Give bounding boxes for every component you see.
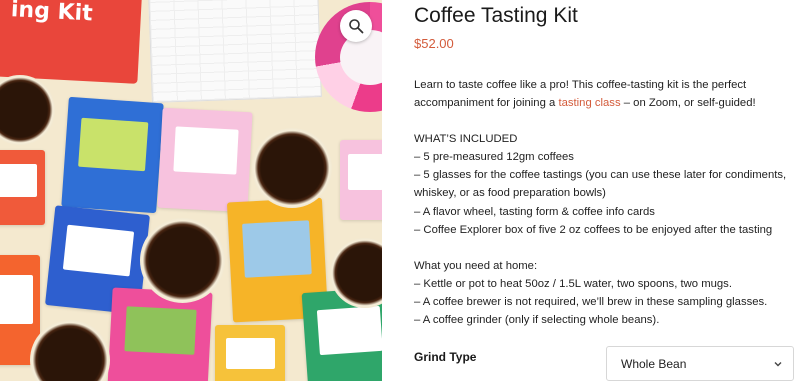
included-item: – 5 glasses for the coffee tastings (you… [414,169,787,200]
intro-paragraph: Learn to taste coffee like a pro! This c… [414,76,794,112]
included-item: – A flavor wheel, tasting form & coffee … [414,205,655,218]
tasting-class-link[interactable]: tasting class [558,97,620,109]
grind-type-select[interactable]: Whole Bean [606,346,794,381]
coffee-packet [340,140,382,220]
coffee-cup [140,218,225,303]
need-heading: What you need at home: [414,259,538,272]
need-item: – Kettle or pot to heat 50oz / 1.5L wate… [414,277,732,290]
product-price: $52.00 [414,36,454,51]
included-heading: WHAT’S INCLUDED [414,133,518,146]
grind-type-value: Whole Bean [621,356,687,371]
zoom-button[interactable] [340,10,372,42]
coffee-packet [61,96,164,214]
included-item: – Coffee Explorer box of five 2 oz coffe… [414,223,773,236]
coffee-packet [107,287,213,381]
chevron-down-icon [774,362,782,367]
need-item: – A coffee grinder (only if selecting wh… [414,314,660,327]
need-item: – A coffee brewer is not required, we’ll… [414,295,768,308]
magnifier-zoom-icon [349,19,364,34]
included-item: – 5 pre-measured 12gm coffees [414,151,574,164]
coffee-cup [30,320,110,381]
coffee-cup [252,128,332,208]
coffee-packet [157,107,253,213]
product-description: Learn to taste coffee like a pro! This c… [414,76,794,329]
coffee-packet [0,150,45,225]
kit-box: ing Kit [0,0,143,84]
coffee-cup [0,75,55,145]
grind-type-label: Grind Type [414,350,477,364]
product-image[interactable]: ing Kit [0,0,382,381]
product-title: Coffee Tasting Kit [414,4,578,27]
kit-box-text: ing Kit [10,0,94,27]
intro-suffix: – on Zoom, or self-guided! [620,97,756,110]
coffee-packet [215,325,285,381]
tasting-form [148,0,322,103]
